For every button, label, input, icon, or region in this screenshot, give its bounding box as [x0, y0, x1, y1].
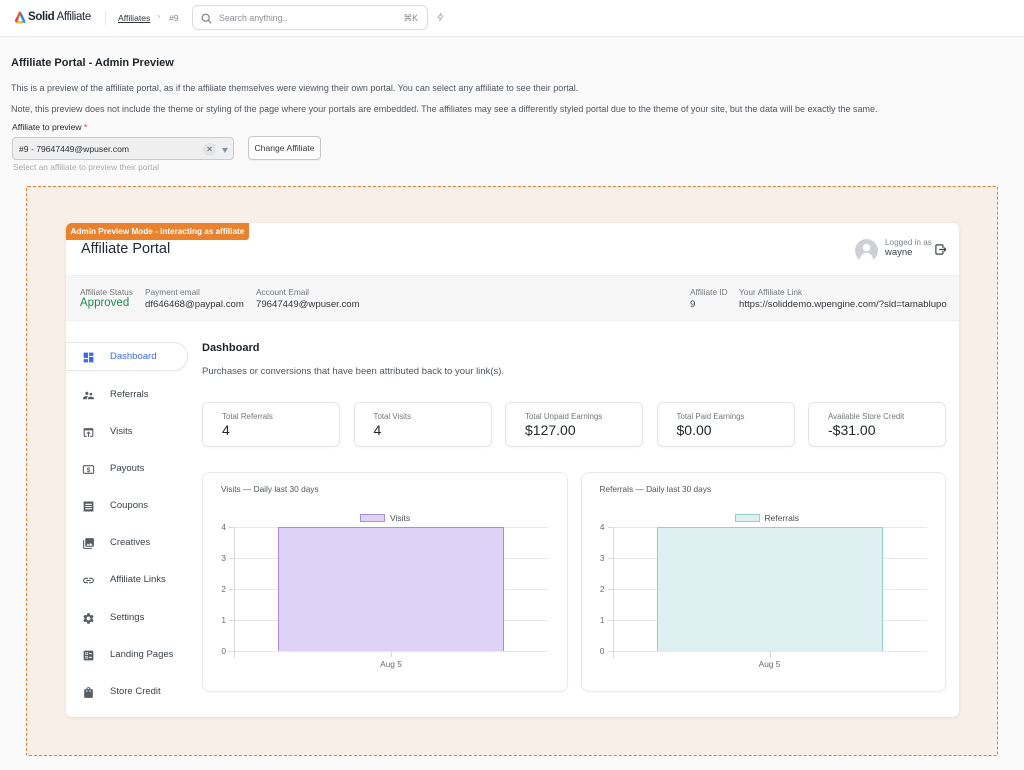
svg-text:$: $ [87, 467, 91, 474]
